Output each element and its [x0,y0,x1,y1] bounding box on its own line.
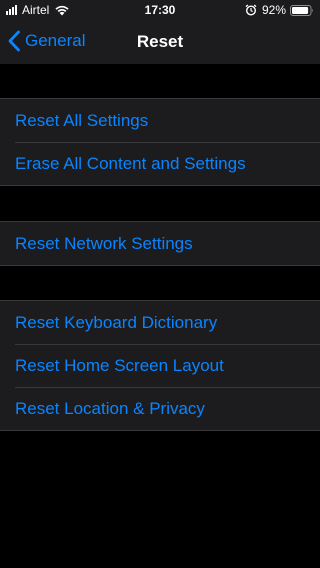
row-label: Erase All Content and Settings [15,153,246,173]
reset-keyboard-dictionary-row[interactable]: Reset Keyboard Dictionary [0,301,320,344]
reset-home-screen-layout-row[interactable]: Reset Home Screen Layout [0,344,320,387]
reset-location-privacy-row[interactable]: Reset Location & Privacy [0,387,320,430]
row-label: Reset Network Settings [15,233,193,253]
reset-group-other: Reset Keyboard Dictionary Reset Home Scr… [0,300,320,431]
row-label: Reset Location & Privacy [15,398,205,418]
page-title: Reset [136,32,184,51]
navigation-bar: General Reset [0,20,320,64]
status-right: 92% [245,3,314,17]
alarm-icon [245,4,257,16]
reset-all-settings-row[interactable]: Reset All Settings [0,99,320,142]
row-label: Reset All Settings [15,110,149,130]
reset-group-network: Reset Network Settings [0,221,320,266]
reset-group-general: Reset All Settings Erase All Content and… [0,98,320,186]
battery-percentage: 92% [261,3,286,17]
erase-all-content-row[interactable]: Erase All Content and Settings [0,142,320,185]
row-label: Reset Keyboard Dictionary [15,312,218,332]
reset-network-settings-row[interactable]: Reset Network Settings [0,222,320,265]
status-bar: Airtel 17:30 92% [0,0,320,20]
battery-icon [290,4,313,16]
row-label: Reset Home Screen Layout [15,355,224,375]
